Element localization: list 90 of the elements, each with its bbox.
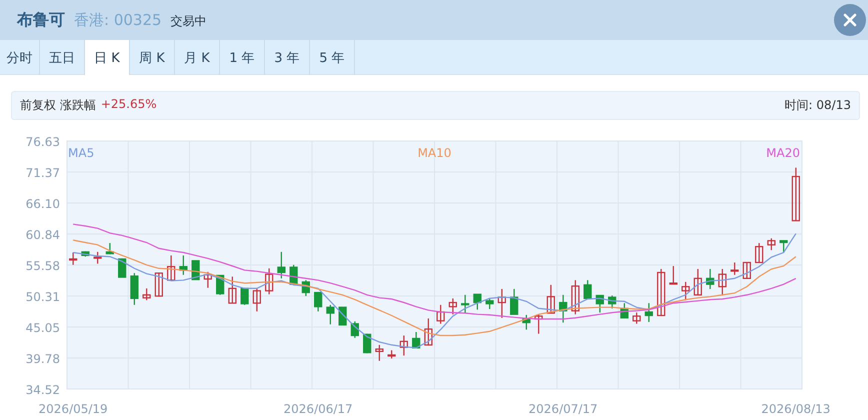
candlestick	[644, 303, 653, 322]
y-axis-label: 66.10	[26, 197, 60, 212]
x-axis-label: 2026/07/17	[528, 402, 598, 416]
tab[interactable]: 月 K	[175, 40, 220, 75]
candlestick	[375, 344, 384, 361]
candlestick	[486, 298, 494, 310]
candlestick	[546, 284, 555, 314]
candlestick	[240, 288, 249, 305]
candlestick	[510, 289, 518, 315]
candlestick	[559, 294, 568, 323]
candlestick	[706, 268, 714, 289]
candlestick	[290, 264, 298, 285]
tab[interactable]: 周 K	[130, 40, 175, 75]
candlestick	[179, 255, 188, 275]
candlestick	[277, 252, 286, 278]
candlestick	[461, 294, 470, 314]
tab[interactable]: 3 年	[265, 40, 310, 75]
change-value: +25.65%	[100, 97, 157, 113]
trading-status: 交易中	[170, 12, 207, 30]
y-axis-label: 76.63	[26, 135, 60, 149]
candlestick	[326, 304, 334, 324]
tab[interactable]: 日 K	[85, 40, 130, 75]
close-icon	[843, 13, 857, 27]
y-axis-label: 45.05	[26, 320, 60, 335]
candlestick	[584, 280, 592, 300]
candlestick	[522, 314, 530, 330]
candlestick	[412, 332, 420, 348]
tab[interactable]: 5 年	[310, 40, 355, 75]
candlestick	[498, 289, 506, 318]
change-label: 前复权 涨跌幅	[20, 97, 96, 114]
candlestick	[118, 258, 126, 278]
candlestick	[81, 251, 90, 257]
candlestick	[534, 314, 543, 334]
candlestick	[388, 350, 396, 358]
candlestick	[302, 280, 310, 296]
candlestick	[780, 240, 788, 252]
tab[interactable]: 1 年	[220, 40, 265, 75]
y-axis-label: 34.52	[26, 383, 60, 397]
candlestick	[608, 295, 616, 308]
x-axis-label: 2026/08/13	[761, 402, 830, 416]
candlestick	[424, 318, 432, 346]
candlestick	[718, 268, 726, 295]
candlestick	[730, 262, 739, 275]
candlestick	[669, 266, 678, 285]
x-axis-label: 2026/05/19	[38, 402, 108, 416]
candlestick	[400, 336, 408, 356]
candlestick	[792, 168, 800, 222]
candlestick	[767, 238, 776, 250]
candlestick	[473, 294, 482, 310]
market-code: 香港: 00325	[74, 10, 162, 30]
time-label: 时间: 08/13	[784, 97, 851, 114]
candlestick	[755, 243, 764, 264]
candlestick	[192, 260, 200, 280]
candlestick	[596, 294, 604, 313]
y-axis-label: 50.31	[26, 290, 60, 304]
candlestick	[106, 243, 114, 254]
candlestick	[142, 288, 151, 300]
candlestick	[620, 303, 628, 318]
candlestick	[204, 272, 212, 288]
candlestick	[167, 255, 176, 281]
candlestick	[69, 252, 78, 265]
candlestick	[154, 272, 163, 297]
candlestick	[314, 292, 322, 312]
candlestick	[657, 268, 666, 316]
candlestick	[436, 304, 445, 324]
x-axis-label: 2026/06/17	[284, 402, 353, 416]
legend-label: MA20	[766, 146, 800, 160]
candlestick	[228, 276, 236, 304]
y-axis-label: 71.37	[26, 166, 60, 180]
candlestick	[694, 268, 702, 296]
candlestick	[338, 306, 347, 326]
stock-name: 布鲁可	[17, 10, 65, 30]
candlestick	[350, 321, 359, 338]
candlestick	[448, 298, 457, 314]
y-axis-label: 39.78	[26, 352, 60, 366]
legend-label: MA5	[68, 146, 94, 160]
candlestick	[571, 280, 580, 314]
legend-label: MA10	[418, 146, 452, 160]
candlestick	[252, 288, 261, 312]
candlestick	[632, 312, 641, 324]
candlestick	[265, 268, 274, 294]
close-button[interactable]	[834, 4, 866, 36]
candlestick	[363, 334, 372, 354]
candlestick	[94, 252, 102, 264]
candlestick	[130, 273, 138, 305]
y-axis-label: 60.84	[26, 228, 60, 242]
candlestick	[682, 282, 690, 300]
tab[interactable]: 分时	[0, 40, 40, 75]
y-axis-label: 55.58	[26, 258, 60, 273]
candlestick	[742, 262, 751, 279]
